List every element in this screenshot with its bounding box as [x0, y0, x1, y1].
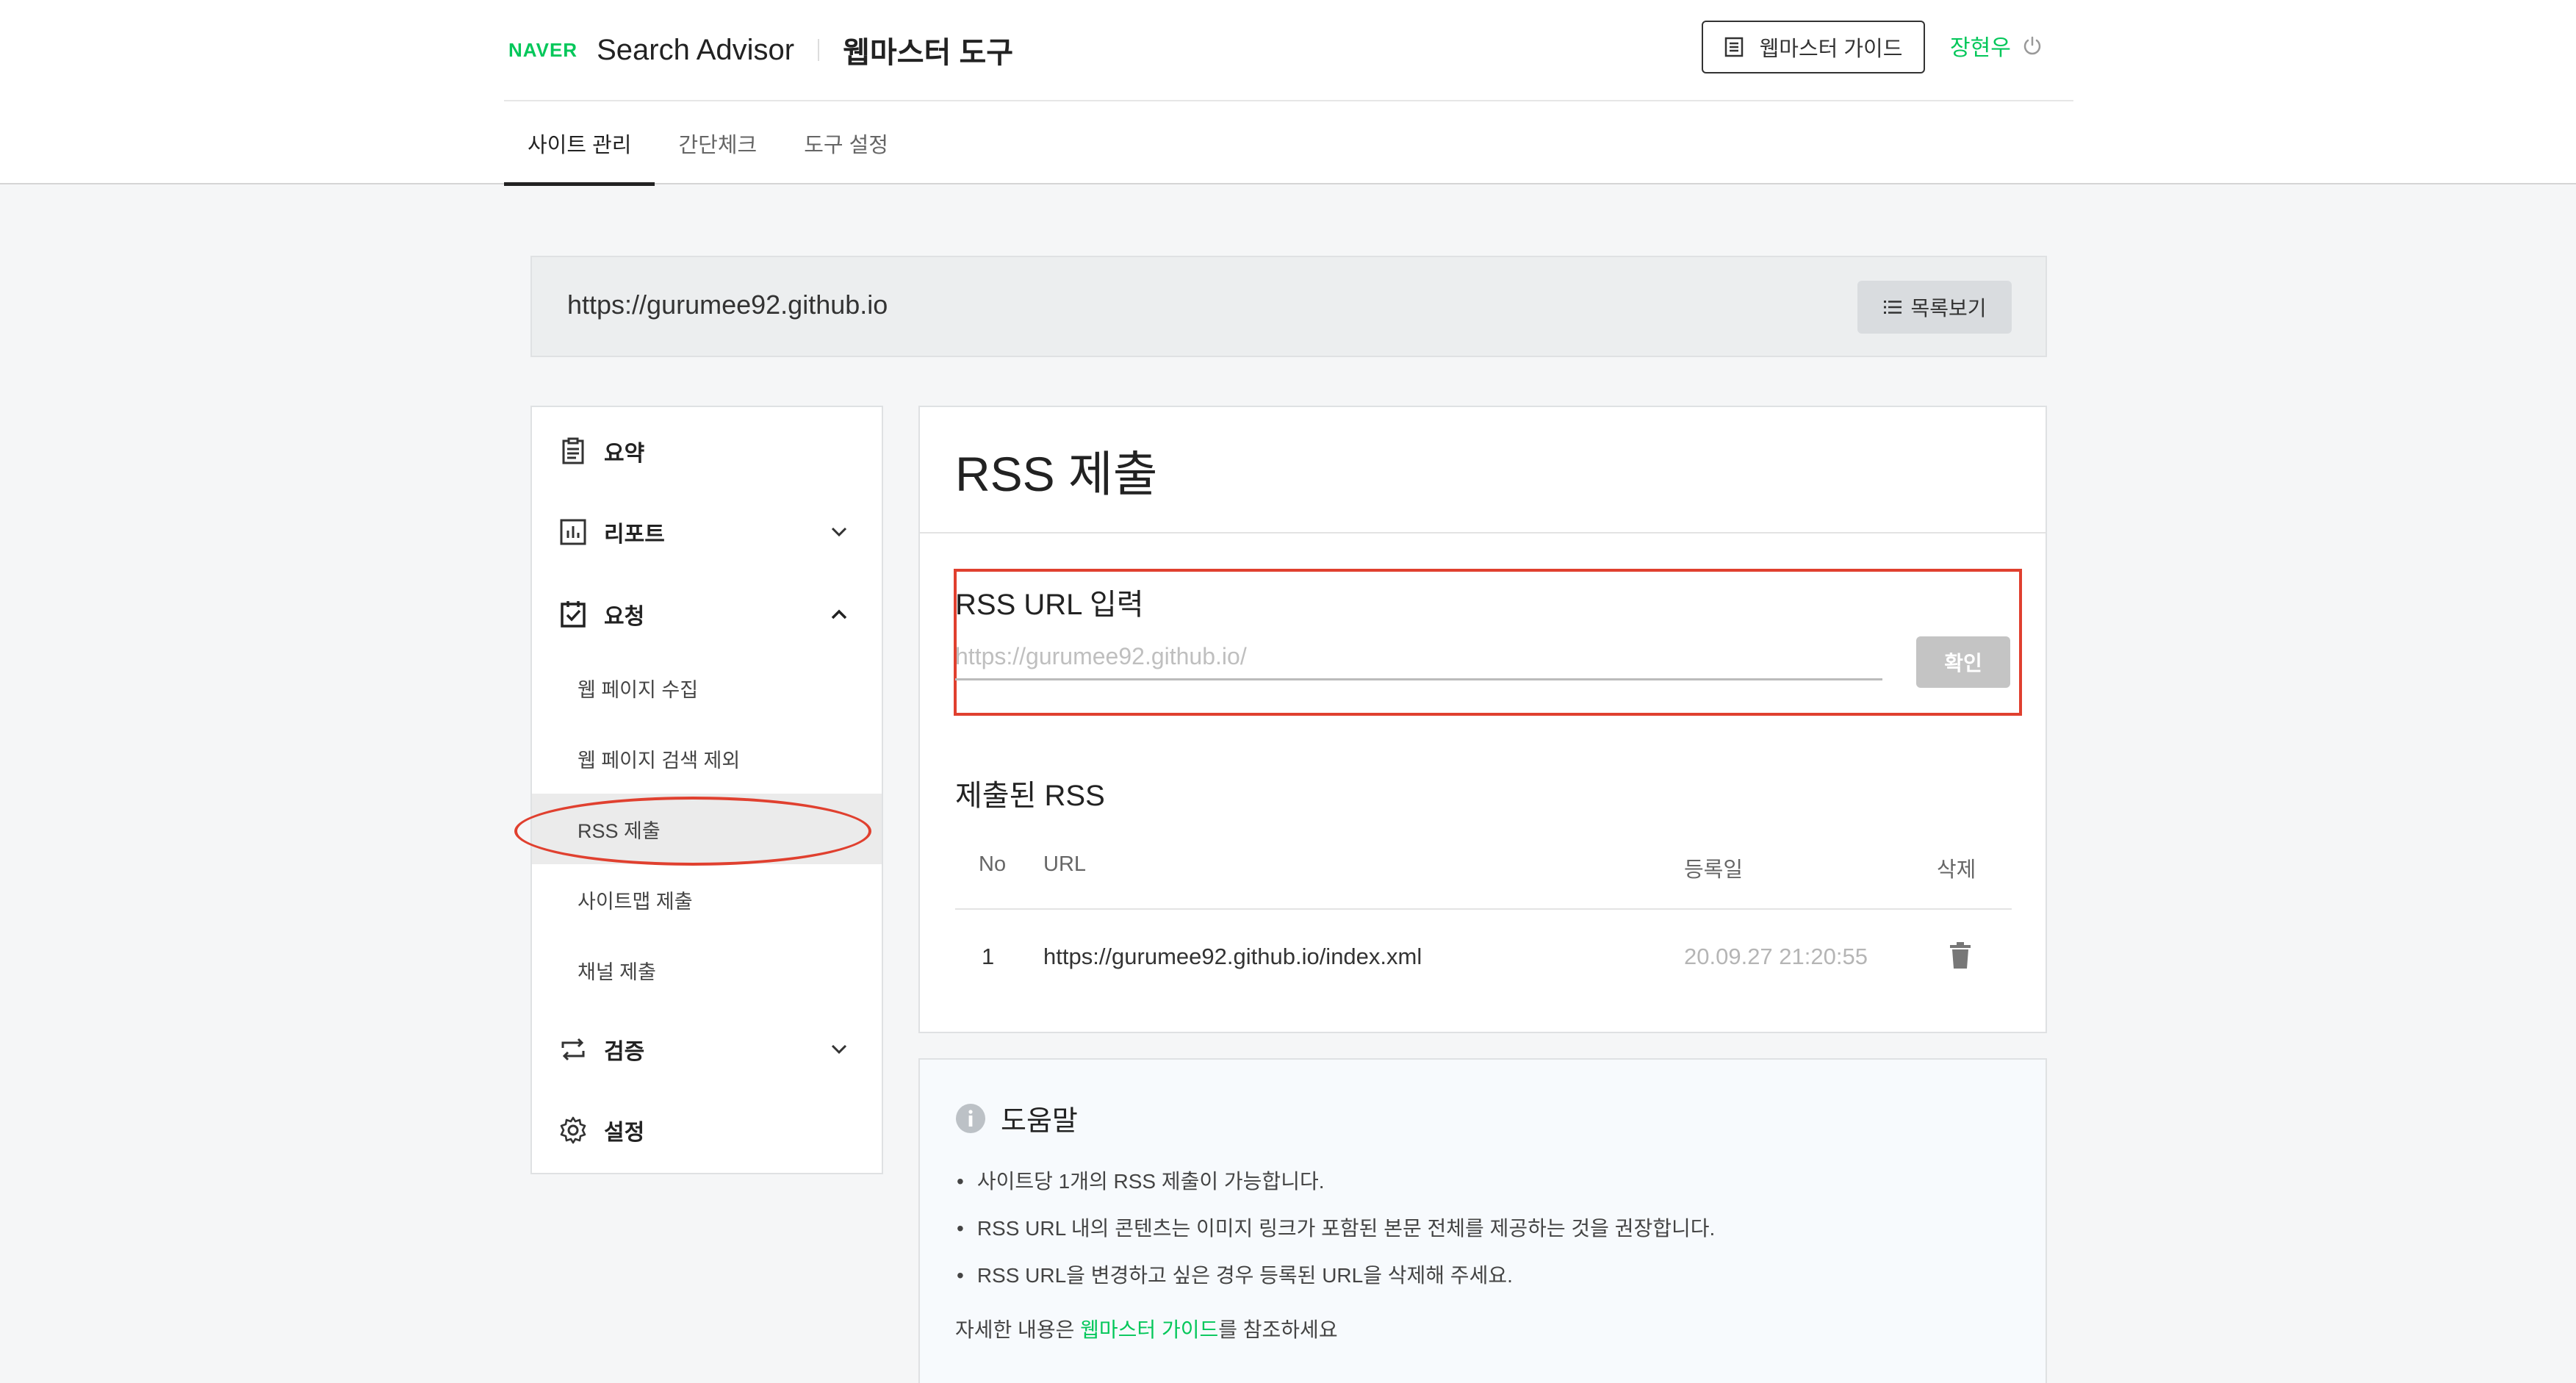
document-icon — [1724, 37, 1743, 57]
sidebar-subitem-sitemap-submit[interactable]: 사이트맵 제출 — [532, 864, 882, 935]
table-header-date: 등록일 — [1684, 858, 1744, 882]
bar-chart-icon — [560, 519, 586, 545]
rss-submit-panel: RSS 제출 RSS URL 입력 확인 제출된 RSS No URL 등록일 … — [918, 406, 2047, 1033]
sidebar: 요약 리포트 요청 웹 페이지 수집 웹 페이지 검색 제외 RSS 제출 사이… — [530, 406, 883, 1174]
naver-logo[interactable]: NAVER — [508, 39, 578, 62]
table-cell-url: https://gurumee92.github.io/index.xml — [1043, 944, 1422, 969]
help-more-prefix: 자세한 내용은 — [955, 1318, 1081, 1341]
confirm-button[interactable]: 확인 — [1916, 636, 2010, 688]
help-item: RSS URL 내의 콘텐츠는 이미지 링크가 포함된 본문 전체를 제공하는 … — [957, 1213, 1715, 1242]
tab-quick-check[interactable]: 간단체크 — [655, 101, 780, 184]
sidebar-label-report: 리포트 — [604, 522, 665, 547]
table-header-divider — [955, 908, 2012, 910]
list-view-label: 목록보기 — [1910, 297, 1987, 320]
table-header-url: URL — [1043, 852, 1087, 876]
brand-title[interactable]: Search Advisor — [597, 34, 794, 67]
chevron-down-icon — [831, 1044, 847, 1055]
chevron-up-icon — [831, 609, 847, 619]
table-header-delete: 삭제 — [1937, 858, 1976, 882]
sidebar-label-settings: 설정 — [604, 1121, 645, 1145]
webmaster-guide-link[interactable]: 웹마스터 가이드 — [1080, 1318, 1218, 1341]
trash-icon[interactable] — [1949, 941, 1972, 970]
sidebar-subitem-page-exclude[interactable]: 웹 페이지 검색 제외 — [532, 723, 882, 794]
table-cell-no: 1 — [982, 944, 995, 969]
title-divider — [920, 532, 2046, 534]
site-url: https://gurumee92.github.io — [567, 290, 888, 320]
rss-url-input-label: RSS URL 입력 — [955, 589, 1144, 621]
list-view-button[interactable]: 목록보기 — [1857, 281, 2012, 334]
sidebar-item-verify[interactable]: 검증 — [532, 1013, 882, 1086]
clipboard-icon — [562, 437, 584, 464]
help-item: 사이트당 1개의 RSS 제출이 가능합니다. — [957, 1165, 1325, 1195]
help-more-text: 자세한 내용은 웹마스터 가이드를 참조하세요 — [955, 1314, 1338, 1343]
webmaster-guide-button[interactable]: 웹마스터 가이드 — [1702, 21, 1925, 73]
help-item: RSS URL을 변경하고 싶은 경우 등록된 URL을 삭제해 주세요. — [957, 1260, 1513, 1289]
sidebar-subitem-channel-submit[interactable]: 채널 제출 — [532, 935, 882, 1005]
user-menu[interactable]: 장현우 — [1950, 29, 2043, 62]
submitted-rss-title: 제출된 RSS — [955, 780, 1105, 812]
rss-url-input[interactable] — [955, 635, 1882, 680]
sidebar-label-verify: 검증 — [604, 1040, 645, 1064]
webmaster-guide-label: 웹마스터 가이드 — [1759, 37, 1903, 61]
header: NAVER Search Advisor 웹마스터 도구 웹마스터 가이드 장현… — [0, 0, 2576, 186]
page-title: RSS 제출 — [955, 447, 1158, 501]
chevron-down-icon — [831, 527, 847, 537]
gear-icon — [560, 1116, 586, 1144]
power-icon[interactable] — [2021, 35, 2043, 57]
sidebar-subitem-rss-submit[interactable]: RSS 제출 — [532, 794, 882, 864]
info-icon — [956, 1103, 985, 1133]
sidebar-subitem-page-collect[interactable]: 웹 페이지 수집 — [532, 653, 882, 723]
help-title: 도움말 — [955, 1098, 1078, 1138]
tab-site-management[interactable]: 사이트 관리 — [504, 101, 655, 186]
table-cell-date: 20.09.27 21:20:55 — [1684, 944, 1868, 969]
user-name[interactable]: 장현우 — [1950, 29, 2011, 62]
tab-tool-settings[interactable]: 도구 설정 — [780, 101, 912, 184]
brand-subtitle[interactable]: 웹마스터 도구 — [843, 29, 1013, 71]
sidebar-item-summary[interactable]: 요약 — [532, 414, 882, 488]
brand-divider — [818, 39, 820, 61]
checklist-icon — [561, 601, 586, 628]
site-url-bar: https://gurumee92.github.io 목록보기 — [530, 256, 2047, 357]
help-title-label: 도움말 — [1001, 1106, 1078, 1137]
table-header-no: No — [979, 852, 1007, 876]
sidebar-item-settings[interactable]: 설정 — [532, 1093, 882, 1167]
list-icon — [1884, 301, 1902, 314]
help-panel: 도움말 사이트당 1개의 RSS 제출이 가능합니다. RSS URL 내의 콘… — [918, 1058, 2047, 1383]
sidebar-item-report[interactable]: 리포트 — [532, 495, 882, 569]
sidebar-label-summary: 요약 — [604, 442, 645, 466]
main-tabs: 사이트 관리 간단체크 도구 설정 — [504, 101, 912, 186]
repeat-icon — [561, 1038, 585, 1061]
help-more-suffix: 를 참조하세요 — [1218, 1318, 1338, 1341]
brand[interactable]: NAVER Search Advisor 웹마스터 도구 — [508, 28, 1013, 72]
sidebar-item-request[interactable]: 요청 — [532, 578, 882, 651]
sidebar-label-request: 요청 — [604, 605, 645, 629]
